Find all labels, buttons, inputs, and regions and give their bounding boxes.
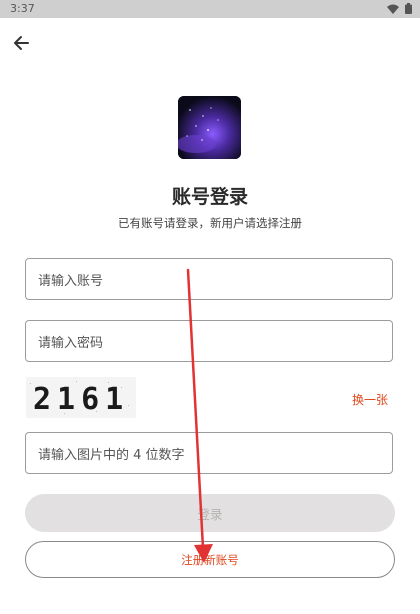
captcha-code: 2161 <box>33 382 129 417</box>
account-input[interactable]: 请输入账号 <box>25 258 393 300</box>
battery-icon <box>405 3 412 14</box>
register-button[interactable]: 注册新账号 <box>25 541 395 578</box>
refresh-captcha-link[interactable]: 换一张 <box>352 391 388 408</box>
status-bar: 3:37 <box>0 0 420 18</box>
status-time: 3:37 <box>10 2 35 15</box>
password-input[interactable]: 请输入密码 <box>25 320 393 362</box>
app-logo-galaxy <box>178 96 241 159</box>
arrow-left-icon <box>14 36 29 50</box>
wifi-icon <box>387 4 399 14</box>
app-logo <box>178 96 241 159</box>
captcha-image[interactable]: 2161 <box>26 377 136 418</box>
login-button[interactable]: 登录 <box>25 494 395 532</box>
status-icons <box>387 3 412 14</box>
captcha-input[interactable]: 请输入图片中的 4 位数字 <box>25 432 393 474</box>
back-button[interactable] <box>11 33 33 53</box>
page-title: 账号登录 <box>171 186 248 208</box>
page-subtitle: 已有账号请登录，新用户请选择注册 <box>118 216 302 230</box>
